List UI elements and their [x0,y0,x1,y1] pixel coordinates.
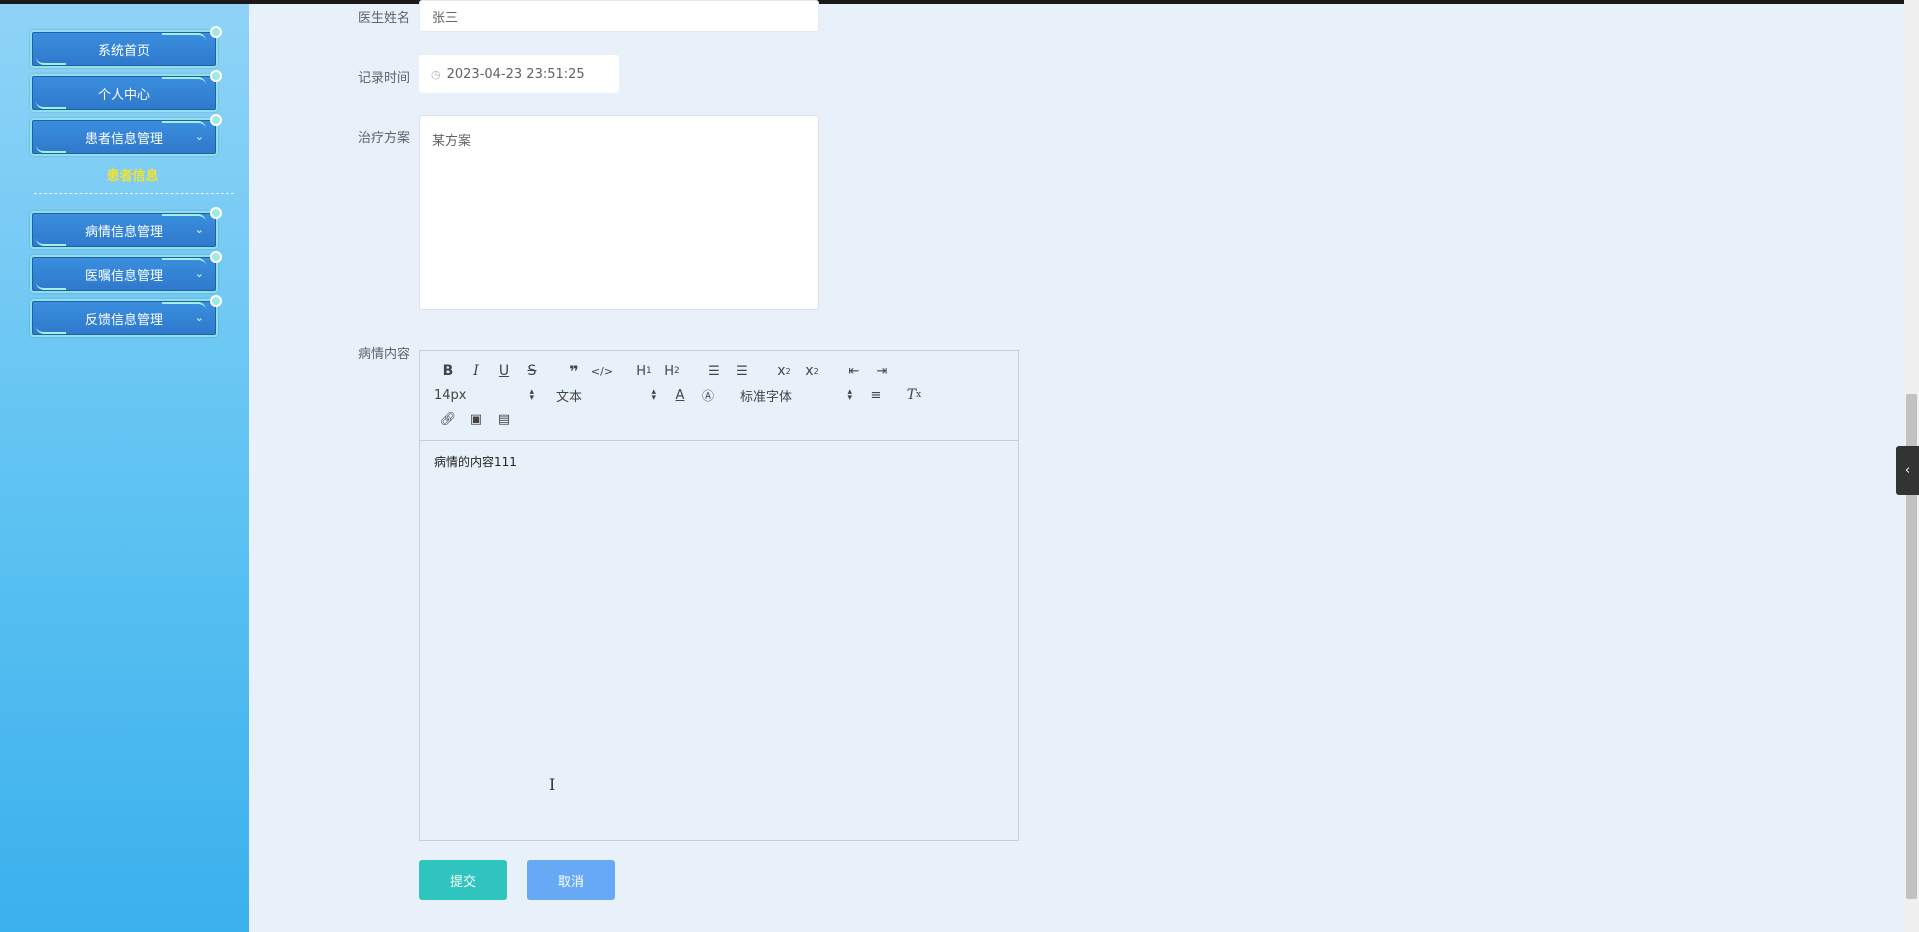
rich-text-editor: B I U S ❞ </> H1 H2 ☰ ☰ x2 x2 ⇤ ⇥ 14px ▴… [419,350,1019,841]
ornament-icon [36,145,66,153]
treatment-plan-label: 治疗方案 [357,131,410,146]
sidebar-item-label: 反馈信息管理 [84,312,163,328]
submit-button[interactable]: 提交 [419,860,507,900]
align-icon[interactable]: ≡ [862,385,890,405]
code-block-icon[interactable]: </> [588,361,616,381]
header-1-icon[interactable]: H1 [630,361,658,381]
bold-icon[interactable]: B [434,361,462,381]
chevron-down-icon: ⌄ [194,311,204,324]
font-family-value: 标准字体 [740,389,793,405]
record-time-label: 记录时间 [357,71,410,86]
ornament-icon [162,33,206,43]
font-size-value: 14px [434,387,467,403]
sidebar-item-label: 患者信息管理 [84,131,163,147]
toolbar-row: B I U S ❞ </> H1 H2 ☰ ☰ x2 x2 ⇤ ⇥ [434,361,896,381]
select-arrows-icon: ▴ ▾ [529,387,534,403]
sidebar-item-orders-management[interactable]: 医嘱信息管理 ⌄ [30,251,222,293]
clock-icon: ◷ [431,67,441,81]
sidebar-item-label: 个人中心 [97,87,150,103]
italic-icon[interactable]: I [462,361,490,381]
doctor-name-label: 医生姓名 [357,11,410,26]
divider [34,193,234,194]
dot-icon [210,70,222,82]
image-icon[interactable]: ▣ [462,409,490,429]
select-arrows-icon: ▴ ▾ [847,387,852,403]
record-time-picker[interactable]: ◷ 2023-04-23 23:51:25 [419,55,619,93]
chevron-down-icon: ⌄ [194,267,204,280]
background-color-icon[interactable]: Ⓐ [694,385,722,405]
side-panel-toggle[interactable]: ‹ [1896,446,1919,495]
subscript-icon[interactable]: x2 [770,361,798,381]
ornament-icon [36,57,66,65]
video-icon[interactable]: ▤ [490,409,518,429]
ornament-icon [36,101,66,109]
sidebar-item-feedback-management[interactable]: 反馈信息管理 ⌄ [30,295,222,337]
doctor-name-field[interactable]: 张三 [419,0,819,32]
cancel-button[interactable]: 取消 [527,860,615,900]
sidebar-item-label: 病情信息管理 [84,224,163,240]
editor-content-area[interactable]: 病情的内容111 [420,441,1018,482]
treatment-plan-value: 某方案 [432,134,472,149]
font-family-select[interactable]: 标准字体 ▴ ▾ [740,385,852,405]
font-color-icon[interactable]: A [666,385,694,405]
blockquote-icon[interactable]: ❞ [560,361,588,381]
dot-icon [210,114,222,126]
clear-format-icon[interactable]: Tx [900,385,928,405]
window-top-bar [0,0,1919,4]
outdent-icon[interactable]: ⇤ [840,361,868,381]
record-time-value: 2023-04-23 23:51:25 [446,66,585,82]
sidebar-item-label: 系统首页 [97,43,150,59]
dot-icon [210,207,222,219]
editor-content-text: 病情的内容111 [434,455,517,469]
sidebar-item-home[interactable]: 系统首页 [30,26,222,68]
sidebar-item-profile[interactable]: 个人中心 [30,70,222,112]
toolbar-row: 🔗︎ ▣ ▤ [434,409,518,429]
sidebar-item-patient-management[interactable]: 患者信息管理 ⌄ [30,114,222,156]
ornament-icon [162,77,206,87]
header-2-icon[interactable]: H2 [658,361,686,381]
chevron-down-icon: ⌄ [194,223,204,236]
strikethrough-icon[interactable]: S [518,361,546,381]
doctor-name-value: 张三 [432,10,459,26]
dot-icon [210,295,222,307]
header-type-value: 文本 [556,389,583,405]
treatment-plan-textarea[interactable]: 某方案 [419,115,819,310]
ordered-list-icon[interactable]: ☰ [700,361,728,381]
indent-icon[interactable]: ⇥ [868,361,896,381]
ornament-icon [36,326,66,334]
header-type-select[interactable]: 文本 ▴ ▾ [556,385,656,405]
sidebar-item-label: 医嘱信息管理 [84,268,163,284]
font-size-select[interactable]: 14px ▴ ▾ [434,385,534,405]
sidebar-item-condition-management[interactable]: 病情信息管理 ⌄ [30,207,222,249]
superscript-icon[interactable]: x2 [798,361,826,381]
chevron-down-icon: ⌄ [194,130,204,143]
text-cursor-icon: I [549,775,556,794]
ornament-icon [36,238,66,246]
submenu-item-patient-info[interactable]: 患者信息 [30,159,235,189]
dot-icon [210,251,222,263]
chevron-left-icon: ‹ [1904,463,1911,478]
condition-content-label: 病情内容 [357,347,410,362]
sidebar: 系统首页 个人中心 患者信息管理 ⌄ 患者信息 病情信息管理 ⌄ 医嘱信息管理 … [0,4,249,932]
dot-icon [210,26,222,38]
underline-icon[interactable]: U [490,361,518,381]
toolbar-row: 14px ▴ ▾ 文本 ▴ ▾ A Ⓐ 标准字体 ▴ ▾ ≡ Tx [434,385,928,405]
bullet-list-icon[interactable]: ☰ [728,361,756,381]
select-arrows-icon: ▴ ▾ [651,387,656,403]
editor-toolbar: B I U S ❞ </> H1 H2 ☰ ☰ x2 x2 ⇤ ⇥ 14px ▴… [420,351,1018,441]
link-icon[interactable]: 🔗︎ [434,409,462,429]
ornament-icon [36,282,66,290]
